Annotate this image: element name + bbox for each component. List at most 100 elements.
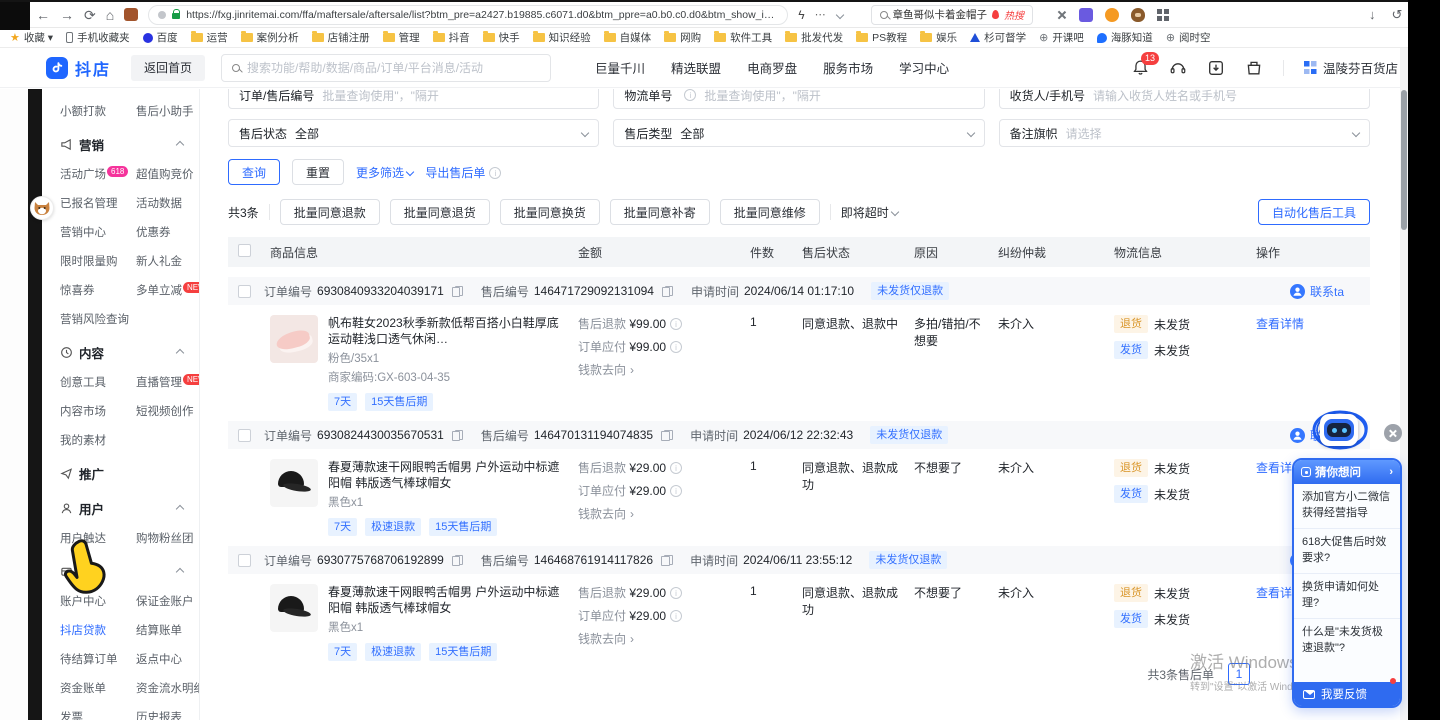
- faq-item[interactable]: 添加官方小二微信获得经营指导: [1294, 484, 1400, 529]
- sidebar-item[interactable]: 短视频创作: [136, 403, 200, 419]
- history-icon[interactable]: ↺: [1392, 7, 1403, 23]
- bookmark-item[interactable]: 快手: [483, 30, 520, 45]
- faq-panel-header[interactable]: 猜你想问 ›: [1294, 460, 1400, 484]
- product-image[interactable]: [270, 584, 318, 632]
- bookmark-item[interactable]: 娱乐: [920, 30, 957, 45]
- orange-extension-icon[interactable]: [1105, 8, 1119, 22]
- download-icon[interactable]: ↓: [1369, 7, 1376, 22]
- back-home-button[interactable]: 返回首页: [131, 55, 205, 81]
- more-filter-link[interactable]: 更多筛选: [356, 164, 413, 181]
- search-query[interactable]: 章鱼哥似卡着金帽子: [893, 7, 988, 22]
- copy-icon[interactable]: [452, 430, 462, 441]
- bookmark-item[interactable]: 百度: [143, 30, 178, 45]
- product-title[interactable]: 春夏薄款速干网眼鸭舌帽男 户外运动中标遮阳帽 韩版透气棒球帽女: [328, 584, 570, 616]
- product-image[interactable]: [270, 315, 318, 363]
- bookmark-item[interactable]: 案例分析: [241, 30, 299, 45]
- batch-action-button[interactable]: 批量同意换货: [500, 199, 600, 225]
- sidebar-item[interactable]: 购物粉丝团: [136, 530, 199, 546]
- address-bar[interactable]: https://fxg.jinritemai.com/ffa/maftersal…: [148, 5, 788, 25]
- bookmark-item[interactable]: 管理: [383, 30, 420, 45]
- order-number-input[interactable]: 订单/售后编号 批量查询使用"，"隔开: [228, 89, 599, 109]
- download-center-icon[interactable]: [1207, 59, 1225, 77]
- reset-button[interactable]: 重置: [292, 159, 344, 185]
- back-icon[interactable]: ←: [36, 8, 50, 22]
- sidebar-item[interactable]: 内容市场: [60, 403, 136, 419]
- sidebar-item[interactable]: 超值购竞价: [136, 166, 200, 182]
- close-icon[interactable]: [1384, 424, 1402, 442]
- sidebar-item[interactable]: 优惠券: [136, 224, 200, 240]
- bookmark-item[interactable]: 收藏 ▾: [10, 30, 53, 45]
- sidebar-item[interactable]: 新人礼金: [136, 253, 200, 269]
- bookmark-item[interactable]: 杉可督学: [970, 30, 1026, 45]
- sidebar-item[interactable]: 直播管理NEW: [136, 374, 200, 390]
- bookmark-item[interactable]: 海豚知道: [1097, 30, 1153, 45]
- sidebar-item[interactable]: 已报名管理: [60, 195, 136, 211]
- aftersale-status-select[interactable]: 售后状态 全部: [228, 119, 599, 147]
- aftersale-type-select[interactable]: 售后类型 全部: [613, 119, 984, 147]
- home-icon[interactable]: ⌂: [106, 8, 114, 22]
- sidebar-item-aftersale-helper[interactable]: 售后小助手: [136, 103, 199, 119]
- sidebar-section-marketing[interactable]: 营销: [60, 135, 199, 154]
- bookmark-item[interactable]: 网购: [664, 30, 701, 45]
- bookmark-item[interactable]: 批发代发: [785, 30, 843, 45]
- money-destination-link[interactable]: 钱款去向: [578, 363, 634, 377]
- sidebar-item[interactable]: 结算账单: [136, 622, 200, 638]
- copy-icon[interactable]: [452, 286, 462, 297]
- extensions-grid-icon[interactable]: [1157, 9, 1169, 21]
- purple-extension-icon[interactable]: [1079, 8, 1093, 22]
- faq-item[interactable]: 什么是"未发货极速退款"?: [1294, 619, 1400, 662]
- sidebar-item[interactable]: 返点中心: [136, 651, 200, 667]
- sidebar-section-promotion[interactable]: 推广: [60, 464, 199, 483]
- batch-action-button[interactable]: 批量同意退款: [280, 199, 380, 225]
- storefront-icon[interactable]: [1245, 59, 1263, 77]
- sidebar-item[interactable]: 资金账单: [60, 680, 136, 696]
- order-checkbox[interactable]: [238, 285, 251, 298]
- nav-link[interactable]: 服务市场: [823, 58, 873, 77]
- copy-icon[interactable]: [661, 555, 671, 566]
- view-detail-link[interactable]: 查看详情: [1256, 317, 1304, 331]
- assistant-robot-icon[interactable]: [1320, 414, 1358, 446]
- sidebar-item[interactable]: 活动广场618: [60, 166, 136, 182]
- faq-item[interactable]: 换货申请如何处理?: [1294, 574, 1400, 619]
- nav-link[interactable]: 精选联盟: [671, 58, 721, 77]
- refresh-icon[interactable]: ⟳: [84, 8, 96, 22]
- bookmark-item[interactable]: 阅时空: [1166, 30, 1211, 45]
- url-text[interactable]: https://fxg.jinritemai.com/ffa/maftersal…: [186, 9, 778, 21]
- export-link[interactable]: 导出售后单: [425, 164, 501, 181]
- faq-item[interactable]: 618大促售后时效要求?: [1294, 529, 1400, 574]
- batch-action-button[interactable]: 批量同意补寄: [610, 199, 710, 225]
- notification-bell-icon[interactable]: 13: [1132, 59, 1149, 76]
- scrollbar-thumb[interactable]: [1401, 90, 1407, 230]
- bookmark-item[interactable]: PS教程: [856, 30, 907, 45]
- sidebar-item[interactable]: 活动数据: [136, 195, 200, 211]
- money-destination-link[interactable]: 钱款去向: [578, 507, 634, 521]
- sidebar-item[interactable]: 营销风险查询: [60, 311, 136, 327]
- batch-action-button[interactable]: 批量同意退货: [390, 199, 490, 225]
- sidebar-item[interactable]: 营销中心: [60, 224, 136, 240]
- tracking-number-input[interactable]: 物流单号 批量查询使用"，"隔开: [613, 89, 984, 109]
- app-logo[interactable]: 抖店: [46, 56, 111, 80]
- auto-aftersale-tool-button[interactable]: 自动化售后工具: [1258, 199, 1370, 225]
- sidebar-item[interactable]: 发票: [60, 709, 136, 720]
- store-switcher[interactable]: 温陵芬百货店: [1304, 58, 1410, 77]
- contact-buyer-link[interactable]: 联系ta: [1290, 283, 1344, 300]
- sidebar-item-petty-payment[interactable]: 小额打款: [60, 103, 136, 119]
- forward-icon[interactable]: →: [60, 8, 74, 22]
- nav-link[interactable]: 电商罗盘: [747, 58, 797, 77]
- copy-icon[interactable]: [662, 286, 672, 297]
- bookmark-item[interactable]: 抖音: [433, 30, 470, 45]
- product-image[interactable]: [270, 459, 318, 507]
- bookmark-item[interactable]: 手机收藏夹: [66, 30, 130, 45]
- sidebar-item[interactable]: 保证金账户: [136, 593, 200, 609]
- lightning-icon[interactable]: ϟ: [798, 8, 804, 22]
- sidebar-item[interactable]: 限时限量购: [60, 253, 136, 269]
- quick-search-box[interactable]: 章鱼哥似卡着金帽子 热搜: [871, 5, 1034, 25]
- sidebar-item[interactable]: 多单立减NEW: [136, 282, 200, 298]
- product-title[interactable]: 春夏薄款速干网眼鸭舌帽男 户外运动中标遮阳帽 韩版透气棒球帽女: [328, 459, 570, 491]
- remark-flag-select[interactable]: 备注旗帜 请选择: [999, 119, 1370, 147]
- sidebar-item[interactable]: 创意工具: [60, 374, 136, 390]
- nav-link[interactable]: 学习中心: [899, 58, 949, 77]
- product-title[interactable]: 帆布鞋女2023秋季新款低帮百搭小白鞋厚底运动鞋浅口透气休闲…: [328, 315, 570, 347]
- sidebar-item[interactable]: 待结算订单: [60, 651, 136, 667]
- bookmark-item[interactable]: 运营: [191, 30, 228, 45]
